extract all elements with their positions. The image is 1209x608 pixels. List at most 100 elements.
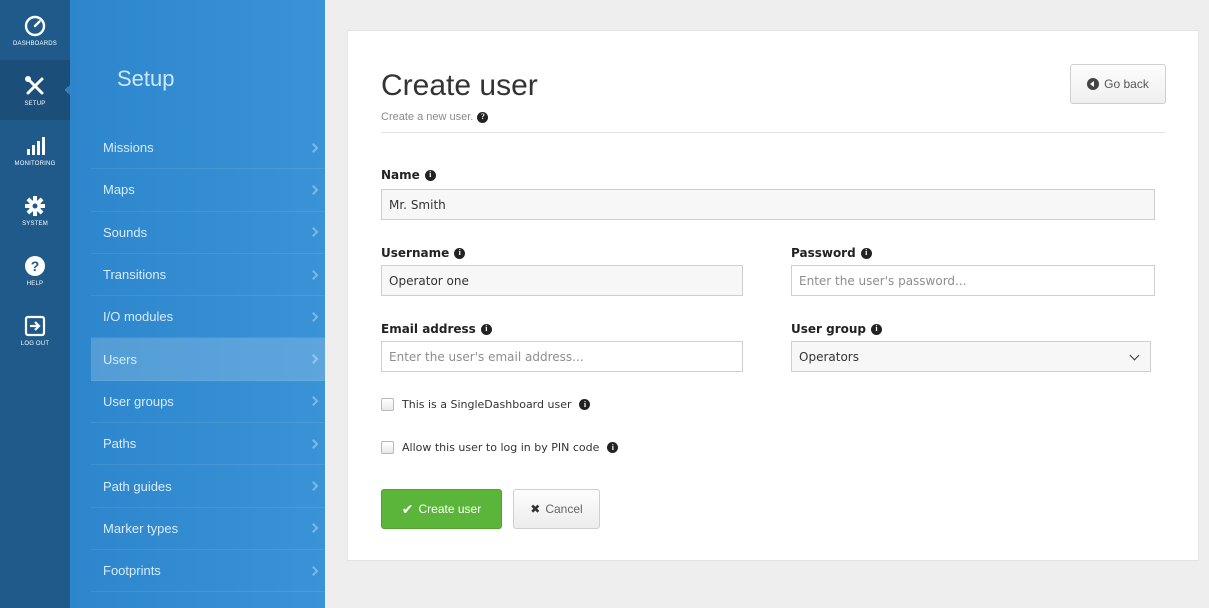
chevron-right-icon — [308, 438, 319, 449]
info-icon[interactable]: i — [454, 247, 466, 259]
singledashboard-label: This is a SingleDashboard user — [402, 398, 572, 411]
menu-item-io-modules[interactable]: I/O modules — [91, 296, 325, 339]
menu-item-label: Users — [103, 351, 137, 367]
info-icon[interactable]: i — [871, 323, 883, 335]
rail-label: HELP — [26, 280, 44, 287]
pin-checkbox[interactable] — [381, 441, 394, 454]
pin-label: Allow this user to log in by PIN code — [402, 441, 600, 454]
name-label: Name i — [381, 168, 436, 182]
create-user-card: Create user Create a new user. ? Go back… — [347, 30, 1199, 561]
arrow-left-circle-icon — [1087, 78, 1100, 90]
cancel-label: Cancel — [545, 502, 583, 516]
name-label-text: Name — [381, 168, 420, 182]
chevron-right-icon — [308, 142, 319, 153]
user-group-value: Operators — [799, 349, 859, 364]
menu-item-label: Marker types — [103, 520, 179, 536]
create-user-button[interactable]: ✔ Create user — [381, 489, 502, 529]
info-icon[interactable]: i — [579, 399, 591, 410]
create-user-label: Create user — [418, 502, 482, 516]
checkmark-icon: ✔ — [401, 500, 414, 517]
close-icon: ✖ — [530, 502, 541, 516]
go-back-button[interactable]: Go back — [1070, 64, 1166, 104]
menu-item-label: User groups — [103, 393, 174, 409]
rail-label: DASHBOARDS — [12, 40, 57, 47]
gear-icon — [25, 195, 45, 216]
chevron-right-icon — [308, 269, 319, 280]
icon-rail: DASHBOARDS SETUP MONITORING SYSTEM ? HEL… — [0, 0, 71, 608]
username-label: Username i — [381, 246, 466, 260]
menu-title: Setup — [117, 66, 175, 91]
user-group-select[interactable]: Operators — [791, 341, 1151, 372]
rail-item-dashboards[interactable]: DASHBOARDS — [0, 0, 70, 60]
wrench-screwdriver-icon — [25, 75, 44, 94]
email-label: Email address i — [381, 322, 492, 336]
singledashboard-checkbox[interactable] — [381, 398, 394, 411]
rail-label: SYSTEM — [22, 220, 48, 227]
menu-item-maps[interactable]: Maps — [91, 169, 325, 212]
menu-item-users[interactable]: Users — [91, 338, 325, 381]
email-field[interactable]: Enter the user's email address... — [381, 341, 743, 372]
rail-item-help[interactable]: ? HELP — [0, 240, 70, 300]
menu-item-label: Missions — [103, 140, 154, 156]
menu-item-label: Transitions — [103, 267, 167, 283]
logout-icon — [24, 315, 46, 336]
chevron-right-icon — [308, 184, 319, 195]
password-placeholder: Enter the user's password... — [799, 273, 967, 288]
go-back-label: Go back — [1104, 77, 1149, 91]
menu-item-label: Sounds — [103, 224, 148, 240]
rail-label: SETUP — [24, 100, 46, 107]
question-circle-icon: ? — [25, 255, 45, 276]
user-group-label-text: User group — [791, 322, 867, 336]
username-value: Operator one — [389, 273, 469, 288]
rail-item-system[interactable]: SYSTEM — [0, 180, 70, 240]
info-icon[interactable]: i — [860, 247, 872, 259]
pin-checkbox-row[interactable]: Allow this user to log in by PIN code i — [381, 441, 619, 454]
cancel-button[interactable]: ✖ Cancel — [513, 489, 600, 529]
menu-item-label: Maps — [103, 182, 135, 198]
menu-item-transitions[interactable]: Transitions — [91, 254, 325, 297]
menu-item-label: Paths — [103, 436, 137, 452]
chevron-right-icon — [308, 354, 319, 365]
question-info-icon[interactable]: ? — [477, 111, 489, 123]
username-field[interactable]: Operator one — [381, 265, 743, 296]
name-value: Mr. Smith — [389, 197, 446, 212]
email-placeholder: Enter the user's email address... — [389, 349, 584, 364]
title-divider — [381, 132, 1165, 133]
menu-item-label: Path guides — [103, 478, 172, 494]
chevron-right-icon — [308, 311, 319, 322]
page-title: Create user — [381, 69, 538, 102]
menu-item-label: I/O modules — [103, 309, 174, 325]
info-icon[interactable]: i — [607, 442, 619, 453]
dashboard-gauge-icon — [24, 15, 46, 36]
menu-item-sounds[interactable]: Sounds — [91, 212, 325, 254]
svg-text:?: ? — [31, 258, 40, 274]
password-label-text: Password — [791, 246, 856, 260]
menu-item-path-guides[interactable]: Path guides — [91, 465, 325, 508]
menu-item-footprints[interactable]: Footprints — [91, 550, 325, 593]
rail-item-setup[interactable]: SETUP — [0, 60, 71, 120]
menu-item-label: Footprints — [103, 563, 161, 579]
chevron-right-icon — [308, 481, 319, 491]
active-pointer — [65, 87, 68, 93]
password-label: Password i — [791, 246, 872, 260]
chevron-right-icon — [308, 565, 319, 576]
setup-menu: Setup Missions Maps Sounds Transitions I… — [70, 0, 325, 608]
rail-item-logout[interactable]: LOG OUT — [0, 300, 70, 360]
chevron-right-icon — [308, 523, 319, 534]
password-field[interactable]: Enter the user's password... — [791, 265, 1155, 296]
signal-bars-icon — [27, 136, 45, 155]
rail-label: MONITORING — [14, 160, 56, 167]
menu-item-paths[interactable]: Paths — [91, 423, 325, 466]
chevron-right-icon — [308, 396, 319, 407]
rail-item-monitoring[interactable]: MONITORING — [0, 120, 70, 180]
email-label-text: Email address — [381, 322, 476, 336]
chevron-right-icon — [308, 227, 319, 238]
singledashboard-checkbox-row[interactable]: This is a SingleDashboard user i — [381, 398, 591, 411]
menu-item-user-groups[interactable]: User groups — [91, 381, 325, 424]
menu-item-missions[interactable]: Missions — [91, 127, 325, 170]
info-icon[interactable]: i — [424, 169, 436, 181]
info-icon[interactable]: i — [480, 323, 492, 335]
menu-list: Missions Maps Sounds Transitions I/O mod… — [91, 127, 325, 593]
menu-item-marker-types[interactable]: Marker types — [91, 508, 325, 550]
name-field[interactable]: Mr. Smith — [381, 189, 1155, 220]
